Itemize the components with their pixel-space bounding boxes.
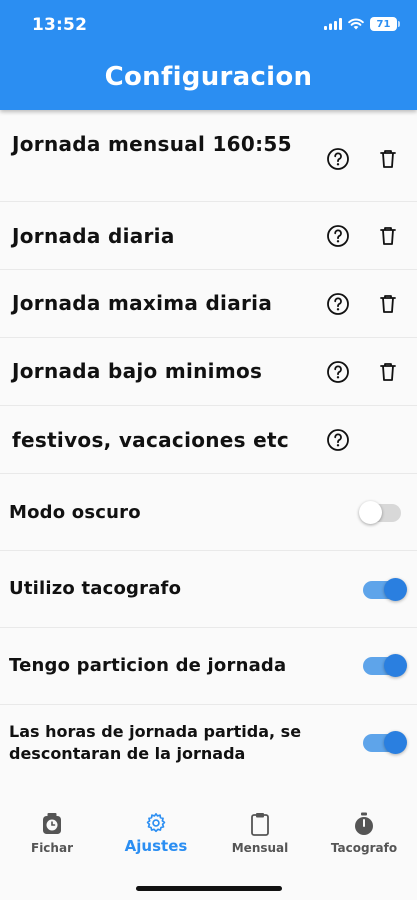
- trash-icon[interactable]: [376, 147, 400, 171]
- help-icon[interactable]: [326, 292, 350, 316]
- setting-row-jornada-maxima-diaria[interactable]: Jornada maxima diaria: [0, 270, 417, 338]
- page-title: Configuracion: [104, 62, 313, 92]
- app-header: 13:52 71 Configuracion: [0, 0, 417, 110]
- particion-toggle[interactable]: [363, 654, 407, 677]
- toggle-row-tacografo: Utilizo tacografo: [0, 551, 417, 628]
- toggle-label: Modo oscuro: [9, 502, 141, 523]
- toggle-knob: [384, 731, 407, 754]
- tacografo-toggle[interactable]: [363, 578, 407, 601]
- help-icon[interactable]: [326, 360, 350, 384]
- help-icon[interactable]: [326, 147, 350, 171]
- setting-row-jornada-diaria[interactable]: Jornada diaria: [0, 202, 417, 270]
- help-icon[interactable]: [326, 224, 350, 248]
- toggle-row-particion: Tengo particion de jornada: [0, 628, 417, 705]
- toggle-row-jornada-partida: Las horas de jornada partida, se descont…: [0, 705, 417, 783]
- toggle-label: Utilizo tacografo: [9, 578, 182, 599]
- trash-icon[interactable]: [376, 360, 400, 384]
- setting-label: festivos, vacaciones etc: [12, 428, 290, 452]
- stopwatch-icon: [355, 812, 373, 835]
- setting-row-festivos[interactable]: festivos, vacaciones etc: [0, 406, 417, 474]
- tab-label: Ajustes: [124, 837, 188, 855]
- modo-oscuro-toggle[interactable]: [359, 501, 401, 524]
- tab-bar: Fichar Ajustes Mensual Tacografo: [0, 800, 417, 900]
- toggle-knob: [359, 501, 382, 524]
- trash-icon[interactable]: [376, 292, 400, 316]
- setting-row-jornada-bajo-minimos[interactable]: Jornada bajo minimos: [0, 338, 417, 406]
- trash-icon[interactable]: [376, 224, 400, 248]
- setting-label: Jornada bajo minimos: [12, 359, 263, 383]
- clipboard-icon: [251, 813, 269, 836]
- setting-label: Jornada diaria: [12, 224, 175, 248]
- wifi-icon: [348, 18, 364, 30]
- clock-lock-icon: [43, 813, 61, 834]
- tab-label: Mensual: [231, 841, 289, 855]
- toggle-label: Las horas de jornada partida, se descont…: [9, 722, 302, 763]
- help-icon[interactable]: [326, 428, 350, 452]
- status-bar: 13:52 71: [0, 0, 417, 52]
- battery-icon: 71: [370, 17, 400, 31]
- toggle-knob: [384, 654, 407, 677]
- setting-row-jornada-mensual[interactable]: Jornada mensual 160:55: [0, 110, 417, 202]
- setting-label: Jornada maxima diaria: [12, 291, 273, 315]
- tab-ajustes[interactable]: Ajustes: [111, 812, 201, 855]
- tab-fichar[interactable]: Fichar: [7, 812, 97, 855]
- toggle-knob: [384, 578, 407, 601]
- toggle-label: Tengo particion de jornada: [9, 655, 287, 676]
- tab-label: Fichar: [31, 841, 73, 855]
- setting-label: Jornada mensual 160:55: [12, 132, 292, 156]
- jornada-partida-toggle[interactable]: [363, 731, 407, 754]
- tab-mensual[interactable]: Mensual: [215, 812, 305, 855]
- cellular-signal-icon: [324, 18, 342, 30]
- battery-level: 71: [376, 18, 391, 30]
- status-time: 13:52: [32, 15, 88, 35]
- status-icons: 71: [324, 17, 400, 31]
- gear-icon: [146, 813, 166, 833]
- tab-tacografo[interactable]: Tacografo: [319, 812, 409, 855]
- tab-label: Tacografo: [330, 841, 398, 855]
- toggle-row-modo-oscuro: Modo oscuro: [0, 474, 417, 551]
- home-indicator: [136, 886, 282, 891]
